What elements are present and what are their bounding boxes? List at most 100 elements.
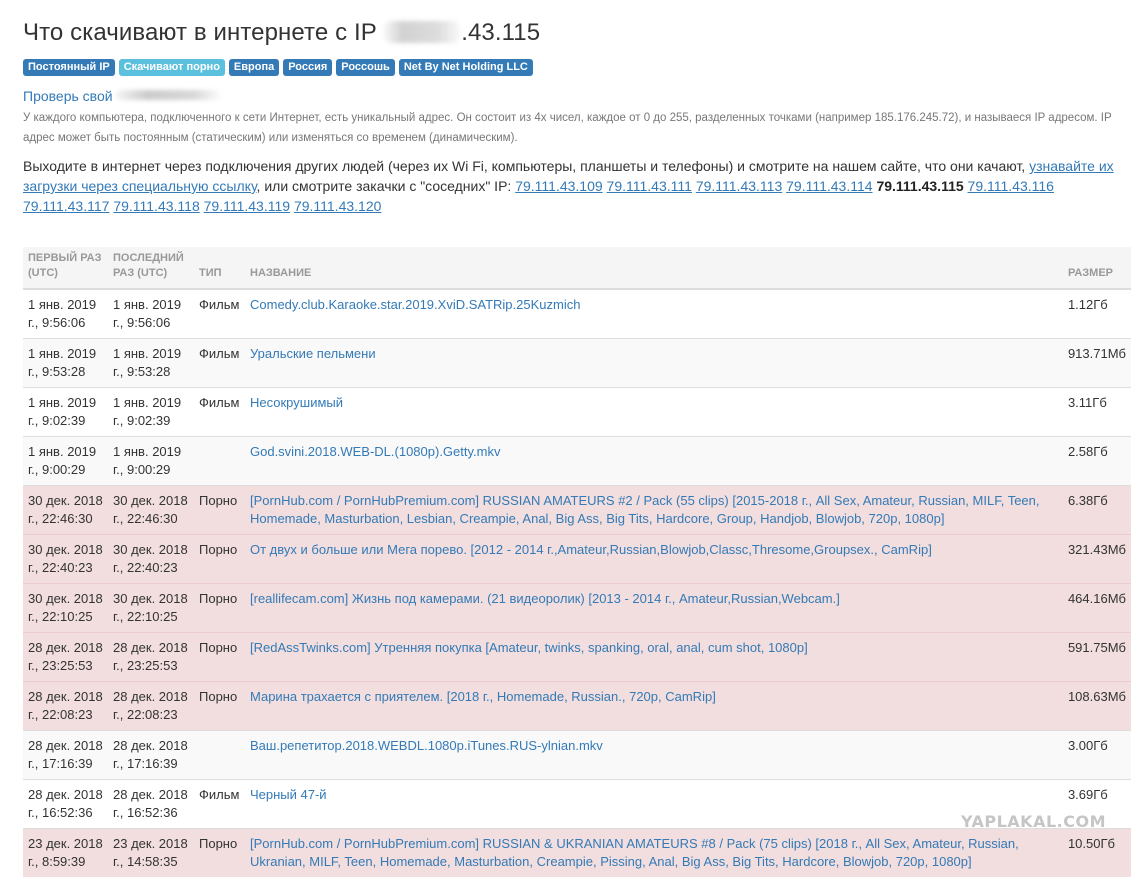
cell-type: Фильм [194,339,245,388]
cell-first-seen: 1 янв. 2019 г., 9:53:28 [23,339,108,388]
cell-name-link[interactable]: Уральские пельмени [245,339,1063,388]
cell-type: Порно [194,633,245,682]
cell-name-link[interactable]: [reallifecam.com] Жизнь под камерами. (2… [245,584,1063,633]
neighbor-ip-link[interactable]: 79.111.43.111 [607,178,692,194]
table-row: 1 янв. 2019 г., 9:56:061 янв. 2019 г., 9… [23,289,1131,339]
table-row: 28 дек. 2018 г., 22:08:2328 дек. 2018 г.… [23,682,1131,731]
cell-last-seen: 1 янв. 2019 г., 9:00:29 [108,437,194,486]
cell-size: 464.16Мб [1063,584,1131,633]
cell-name-link[interactable]: От двух и больше или Мега порево. [2012 … [245,535,1063,584]
ip-labels: Постоянный IP Скачивают порно Европа Рос… [23,59,533,76]
neighbor-ip-link[interactable]: 79.111.43.113 [696,178,782,194]
cell-type: Порно [194,535,245,584]
cell-first-seen: 1 янв. 2019 г., 9:02:39 [23,388,108,437]
cell-type: Фильм [194,289,245,339]
cell-first-seen: 1 янв. 2019 г., 9:00:29 [23,437,108,486]
neighbor-ip-link[interactable]: 79.111.43.119 [204,198,290,214]
cell-type [194,437,245,486]
cell-name-link[interactable]: Несокрушимый [245,388,1063,437]
header-type: Тип [194,247,245,289]
ip-help-text: У каждого компьютера, подключенного к се… [23,108,1131,148]
cell-type: Порно [194,584,245,633]
label-city: Россошь [336,59,395,76]
cell-last-seen: 28 дек. 2018 г., 23:25:53 [108,633,194,682]
neighbor-ip-link[interactable]: 79.111.43.109 [515,178,602,194]
cell-size: 6.38Гб [1063,486,1131,535]
header-name: Название [245,247,1063,289]
neighbor-ip-link[interactable]: 79.111.43.116 [968,178,1054,194]
cell-size: 3.11Гб [1063,388,1131,437]
cell-last-seen: 30 дек. 2018 г., 22:40:23 [108,535,194,584]
cell-last-seen: 1 янв. 2019 г., 9:53:28 [108,339,194,388]
cell-first-seen: 30 дек. 2018 г., 22:40:23 [23,535,108,584]
cell-first-seen: 28 дек. 2018 г., 16:52:36 [23,780,108,829]
cell-size: 1.12Гб [1063,289,1131,339]
neighbor-ip-link[interactable]: 79.111.43.114 [786,178,872,194]
label-region: Европа [229,59,279,76]
cell-type: Фильм [194,388,245,437]
cell-size: 913.71Мб [1063,339,1131,388]
neighbor-ip-link[interactable]: 79.111.43.120 [294,198,381,214]
cell-name-link[interactable]: Марина трахается с приятелем. [2018 г., … [245,682,1063,731]
cell-last-seen: 30 дек. 2018 г., 22:46:30 [108,486,194,535]
table-row: 1 янв. 2019 г., 9:00:291 янв. 2019 г., 9… [23,437,1131,486]
table-row: 28 дек. 2018 г., 17:16:3928 дек. 2018 г.… [23,731,1131,780]
cell-size: 591.75Мб [1063,633,1131,682]
cell-last-seen: 28 дек. 2018 г., 16:52:36 [108,780,194,829]
cell-size: 108.63Мб [1063,682,1131,731]
cell-first-seen: 1 янв. 2019 г., 9:56:06 [23,289,108,339]
cell-last-seen: 1 янв. 2019 г., 9:02:39 [108,388,194,437]
table-row: 30 дек. 2018 г., 22:40:2330 дек. 2018 г.… [23,535,1131,584]
cell-size: 10.50Гб [1063,829,1131,877]
watermark: YAPLAKAL.COM [961,812,1106,831]
cell-type: Порно [194,829,245,877]
label-provider: Net By Net Holding LLC [399,59,533,76]
cell-name-link[interactable]: [PornHub.com / PornHubPremium.com] RUSSI… [245,829,1063,877]
cell-type: Порно [194,486,245,535]
label-country: Россия [283,59,332,76]
redacted-ip-blur [383,21,461,43]
cell-name-link[interactable]: [RedAssTwinks.com] Утренняя покупка [Ama… [245,633,1063,682]
cell-first-seen: 30 дек. 2018 г., 22:46:30 [23,486,108,535]
redacted-text-blur [116,90,221,100]
label-static-ip: Постоянный IP [23,59,115,76]
cell-name-link[interactable]: Ваш.репетитор.2018.WEBDL.1080p.iTunes.RU… [245,731,1063,780]
cell-type: Фильм [194,780,245,829]
table-header-row: Первый раз (UTC) Последний раз (UTC) Тип… [23,247,1131,289]
header-size: Размер [1063,247,1131,289]
cell-name-link[interactable]: God.svini.2018.WEB-DL.(1080p).Getty.mkv [245,437,1063,486]
table-row: 30 дек. 2018 г., 22:10:2530 дек. 2018 г.… [23,584,1131,633]
cell-last-seen: 1 янв. 2019 г., 9:56:06 [108,289,194,339]
page-title: Что скачивают в интернете с IP .43.115 [23,19,540,47]
cell-size: 321.43Мб [1063,535,1131,584]
table-row: 30 дек. 2018 г., 22:46:3030 дек. 2018 г.… [23,486,1131,535]
cell-size: 3.00Гб [1063,731,1131,780]
table-row: 23 дек. 2018 г., 8:59:3923 дек. 2018 г.,… [23,829,1131,877]
cell-first-seen: 28 дек. 2018 г., 23:25:53 [23,633,108,682]
table-row: 1 янв. 2019 г., 9:53:281 янв. 2019 г., 9… [23,339,1131,388]
cell-first-seen: 28 дек. 2018 г., 22:08:23 [23,682,108,731]
cell-first-seen: 28 дек. 2018 г., 17:16:39 [23,731,108,780]
check-your-ip-link[interactable]: Проверь свой [23,88,221,104]
intro-paragraph: Выходите в интернет через подключения др… [23,156,1131,216]
cell-type: Порно [194,682,245,731]
header-first-seen: Первый раз (UTC) [23,247,108,289]
cell-first-seen: 30 дек. 2018 г., 22:10:25 [23,584,108,633]
cell-name-link[interactable]: Comedy.club.Karaoke.star.2019.XviD.SATRi… [245,289,1063,339]
current-ip: 79.111.43.115 [876,178,963,194]
cell-size: 2.58Гб [1063,437,1131,486]
table-row: 1 янв. 2019 г., 9:02:391 янв. 2019 г., 9… [23,388,1131,437]
cell-last-seen: 28 дек. 2018 г., 22:08:23 [108,682,194,731]
table-row: 28 дек. 2018 г., 23:25:5328 дек. 2018 г.… [23,633,1131,682]
cell-first-seen: 23 дек. 2018 г., 8:59:39 [23,829,108,877]
downloads-table: Первый раз (UTC) Последний раз (UTC) Тип… [23,247,1131,877]
cell-type [194,731,245,780]
cell-name-link[interactable]: Черный 47-й [245,780,1063,829]
cell-last-seen: 23 дек. 2018 г., 14:58:35 [108,829,194,877]
label-downloads-porn: Скачивают порно [119,59,225,76]
neighbor-ip-link[interactable]: 79.111.43.118 [113,198,199,214]
cell-last-seen: 28 дек. 2018 г., 17:16:39 [108,731,194,780]
cell-last-seen: 30 дек. 2018 г., 22:10:25 [108,584,194,633]
cell-name-link[interactable]: [PornHub.com / PornHubPremium.com] RUSSI… [245,486,1063,535]
neighbor-ip-link[interactable]: 79.111.43.117 [23,198,109,214]
